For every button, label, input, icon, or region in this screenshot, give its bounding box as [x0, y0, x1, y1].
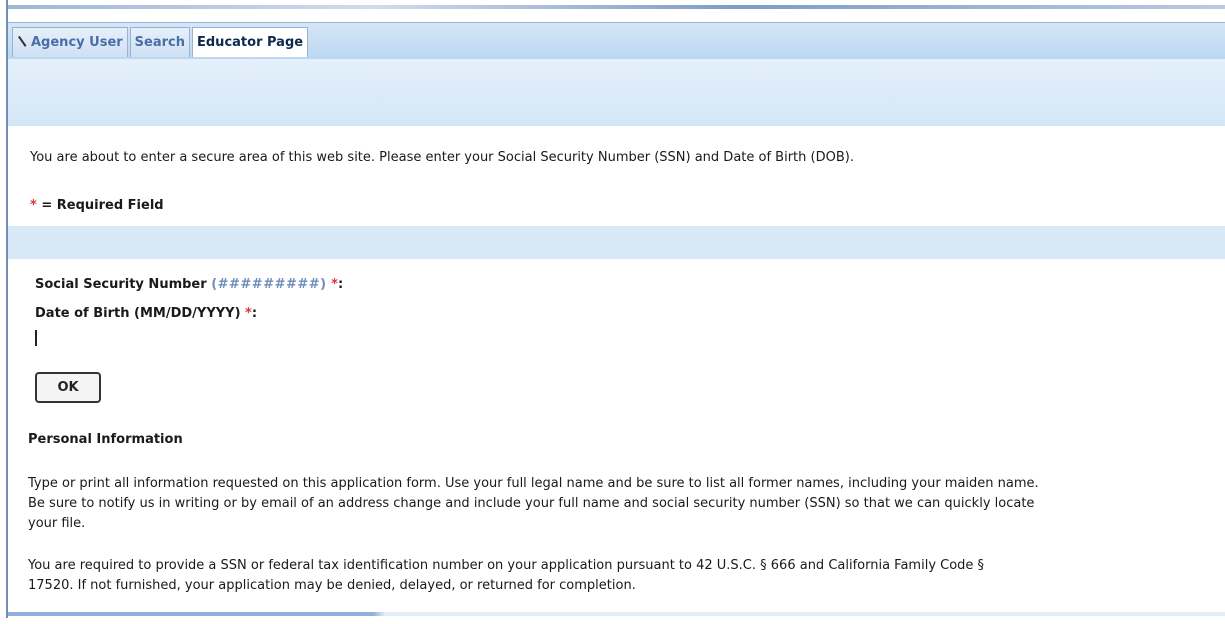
paragraph-ssn-requirement: You are required to provide a SSN or fed… — [28, 556, 984, 596]
tab-bar: Agency User Search Educator Page — [8, 22, 1225, 60]
tab-agency-user-label: Agency User — [31, 34, 123, 50]
dob-format: (MM/DD/YYYY) — [134, 306, 241, 321]
dob-colon: : — [251, 306, 258, 321]
paragraph-instructions-line3: your file. — [28, 516, 86, 531]
dob-input-cursor[interactable] — [35, 330, 37, 346]
dob-label-row: Date of Birth (MM/DD/YYYY) *: — [35, 306, 257, 321]
paragraph-ssn-requirement-line2: 17520. If not furnished, your applicatio… — [28, 578, 636, 593]
tab-educator-page[interactable]: Educator Page — [192, 27, 309, 57]
required-legend-text: = Required Field — [41, 198, 164, 213]
tab-educator-page-label: Educator Page — [197, 34, 304, 50]
required-legend: * = Required Field — [30, 198, 164, 213]
top-rule — [8, 5, 1225, 9]
header-band — [8, 59, 1225, 126]
paragraph-instructions-line2: Be sure to notify us in writing or by em… — [28, 496, 1035, 511]
paragraph-ssn-requirement-line1: You are required to provide a SSN or fed… — [28, 558, 985, 573]
required-star: * — [30, 198, 37, 213]
ssn-label-row: Social Security Number (#########) *: — [35, 277, 343, 292]
paragraph-instructions-line1: Type or print all information requested … — [28, 476, 1039, 491]
ok-button[interactable]: OK — [35, 372, 101, 403]
tab-list: Agency User Search Educator Page — [12, 27, 309, 57]
dob-required-star: * — [245, 306, 252, 321]
tab-agency-user[interactable]: Agency User — [12, 27, 128, 57]
bottom-rule — [8, 612, 1225, 616]
intro-text: You are about to enter a secure area of … — [30, 150, 854, 165]
paragraph-instructions: Type or print all information requested … — [28, 474, 1039, 534]
dob-label: Date of Birth — [35, 306, 130, 321]
personal-information-heading: Personal Information — [28, 432, 183, 447]
ssn-format: (#########) — [211, 277, 327, 292]
tab-search[interactable]: Search — [129, 27, 190, 57]
pointer-icon — [17, 37, 29, 49]
form-band — [8, 226, 1225, 259]
tab-search-label: Search — [134, 34, 185, 50]
ssn-colon: : — [337, 277, 344, 292]
ssn-label: Social Security Number — [35, 277, 207, 292]
ssn-required-star: * — [331, 277, 338, 292]
